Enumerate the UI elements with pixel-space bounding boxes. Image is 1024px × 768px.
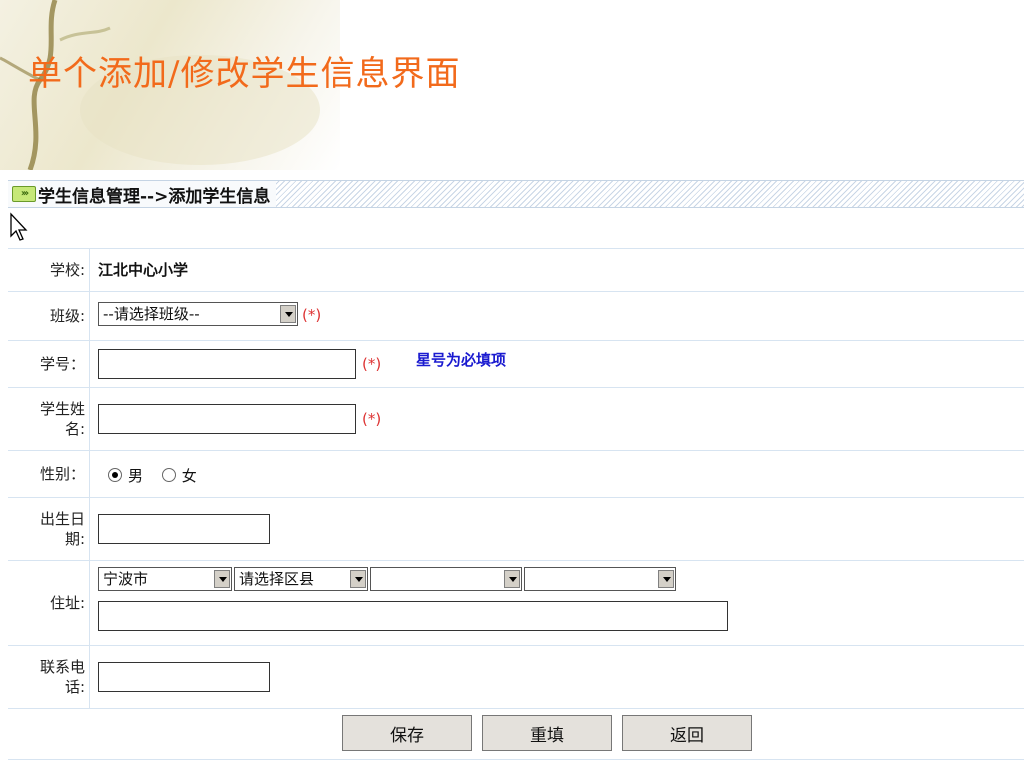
breadcrumb-text: 学生信息管理-->添加学生信息: [38, 186, 271, 207]
phone-row: 联系电话:: [8, 646, 1024, 709]
school-value: 江北中心小学: [98, 261, 189, 279]
chevron-down-icon[interactable]: [350, 570, 366, 588]
phone-input[interactable]: [98, 662, 270, 692]
class-select-value: --请选择班级--: [103, 305, 200, 323]
radio-empty-icon[interactable]: [161, 468, 176, 482]
class-label: 班级:: [8, 292, 90, 340]
street-select[interactable]: [370, 567, 522, 591]
class-row: 班级: --请选择班级-- (*): [8, 292, 1024, 341]
breadcrumb-bar: ››› 学生信息管理-->添加学生信息: [8, 180, 1024, 208]
reset-button[interactable]: 重填: [482, 715, 612, 751]
save-button[interactable]: 保存: [342, 715, 472, 751]
student-name-input[interactable]: [98, 404, 356, 434]
student-form: 学校: 江北中心小学 班级: --请选择班级-- (*) 学号： (*) 星号为…: [8, 248, 1024, 760]
address-label: 住址:: [8, 561, 90, 645]
gender-row: 性别： 男 女: [8, 451, 1024, 498]
button-row: 保存 重填 返回: [8, 709, 1024, 760]
city-select[interactable]: 宁波市: [98, 567, 232, 591]
class-required-mark: (*): [302, 306, 322, 324]
student-id-input[interactable]: [98, 349, 356, 379]
school-row: 学校: 江北中心小学: [8, 248, 1024, 292]
class-select[interactable]: --请选择班级--: [98, 302, 298, 326]
student-id-label: 学号：: [8, 341, 90, 387]
double-arrow-icon: ›››: [12, 186, 36, 202]
birthdate-label: 出生日期:: [8, 498, 90, 560]
chevron-down-icon[interactable]: [214, 570, 230, 588]
student-name-required-mark: (*): [362, 410, 382, 428]
gender-female-option[interactable]: 女: [161, 467, 197, 485]
phone-label: 联系电话:: [8, 646, 90, 708]
district-select[interactable]: 请选择区县: [234, 567, 368, 591]
address-detail-input[interactable]: [98, 601, 728, 631]
student-name-row: 学生姓名: (*): [8, 388, 1024, 451]
chevron-down-icon[interactable]: [280, 305, 296, 323]
chevron-down-icon[interactable]: [658, 570, 674, 588]
student-id-row: 学号： (*) 星号为必填项: [8, 341, 1024, 388]
student-id-required-mark: (*): [362, 355, 382, 373]
slide-title: 单个添加/修改学生信息界面: [28, 54, 461, 94]
birthdate-row: 出生日期:: [8, 498, 1024, 561]
community-select[interactable]: [524, 567, 676, 591]
student-name-label: 学生姓名:: [8, 388, 90, 450]
radio-selected-icon[interactable]: [108, 468, 122, 482]
gender-options: 男 女: [108, 465, 197, 486]
address-row: 住址: 宁波市 请选择区县: [8, 561, 1024, 646]
required-note: 星号为必填项: [416, 351, 507, 369]
chevron-down-icon[interactable]: [504, 570, 520, 588]
gender-label: 性别：: [8, 451, 90, 497]
breadcrumb: ››› 学生信息管理-->添加学生信息: [8, 181, 277, 207]
gender-male-option[interactable]: 男: [108, 467, 143, 485]
back-button[interactable]: 返回: [622, 715, 752, 751]
school-label: 学校:: [8, 249, 90, 291]
birthdate-input[interactable]: [98, 514, 270, 544]
mouse-cursor-icon: [10, 212, 28, 241]
